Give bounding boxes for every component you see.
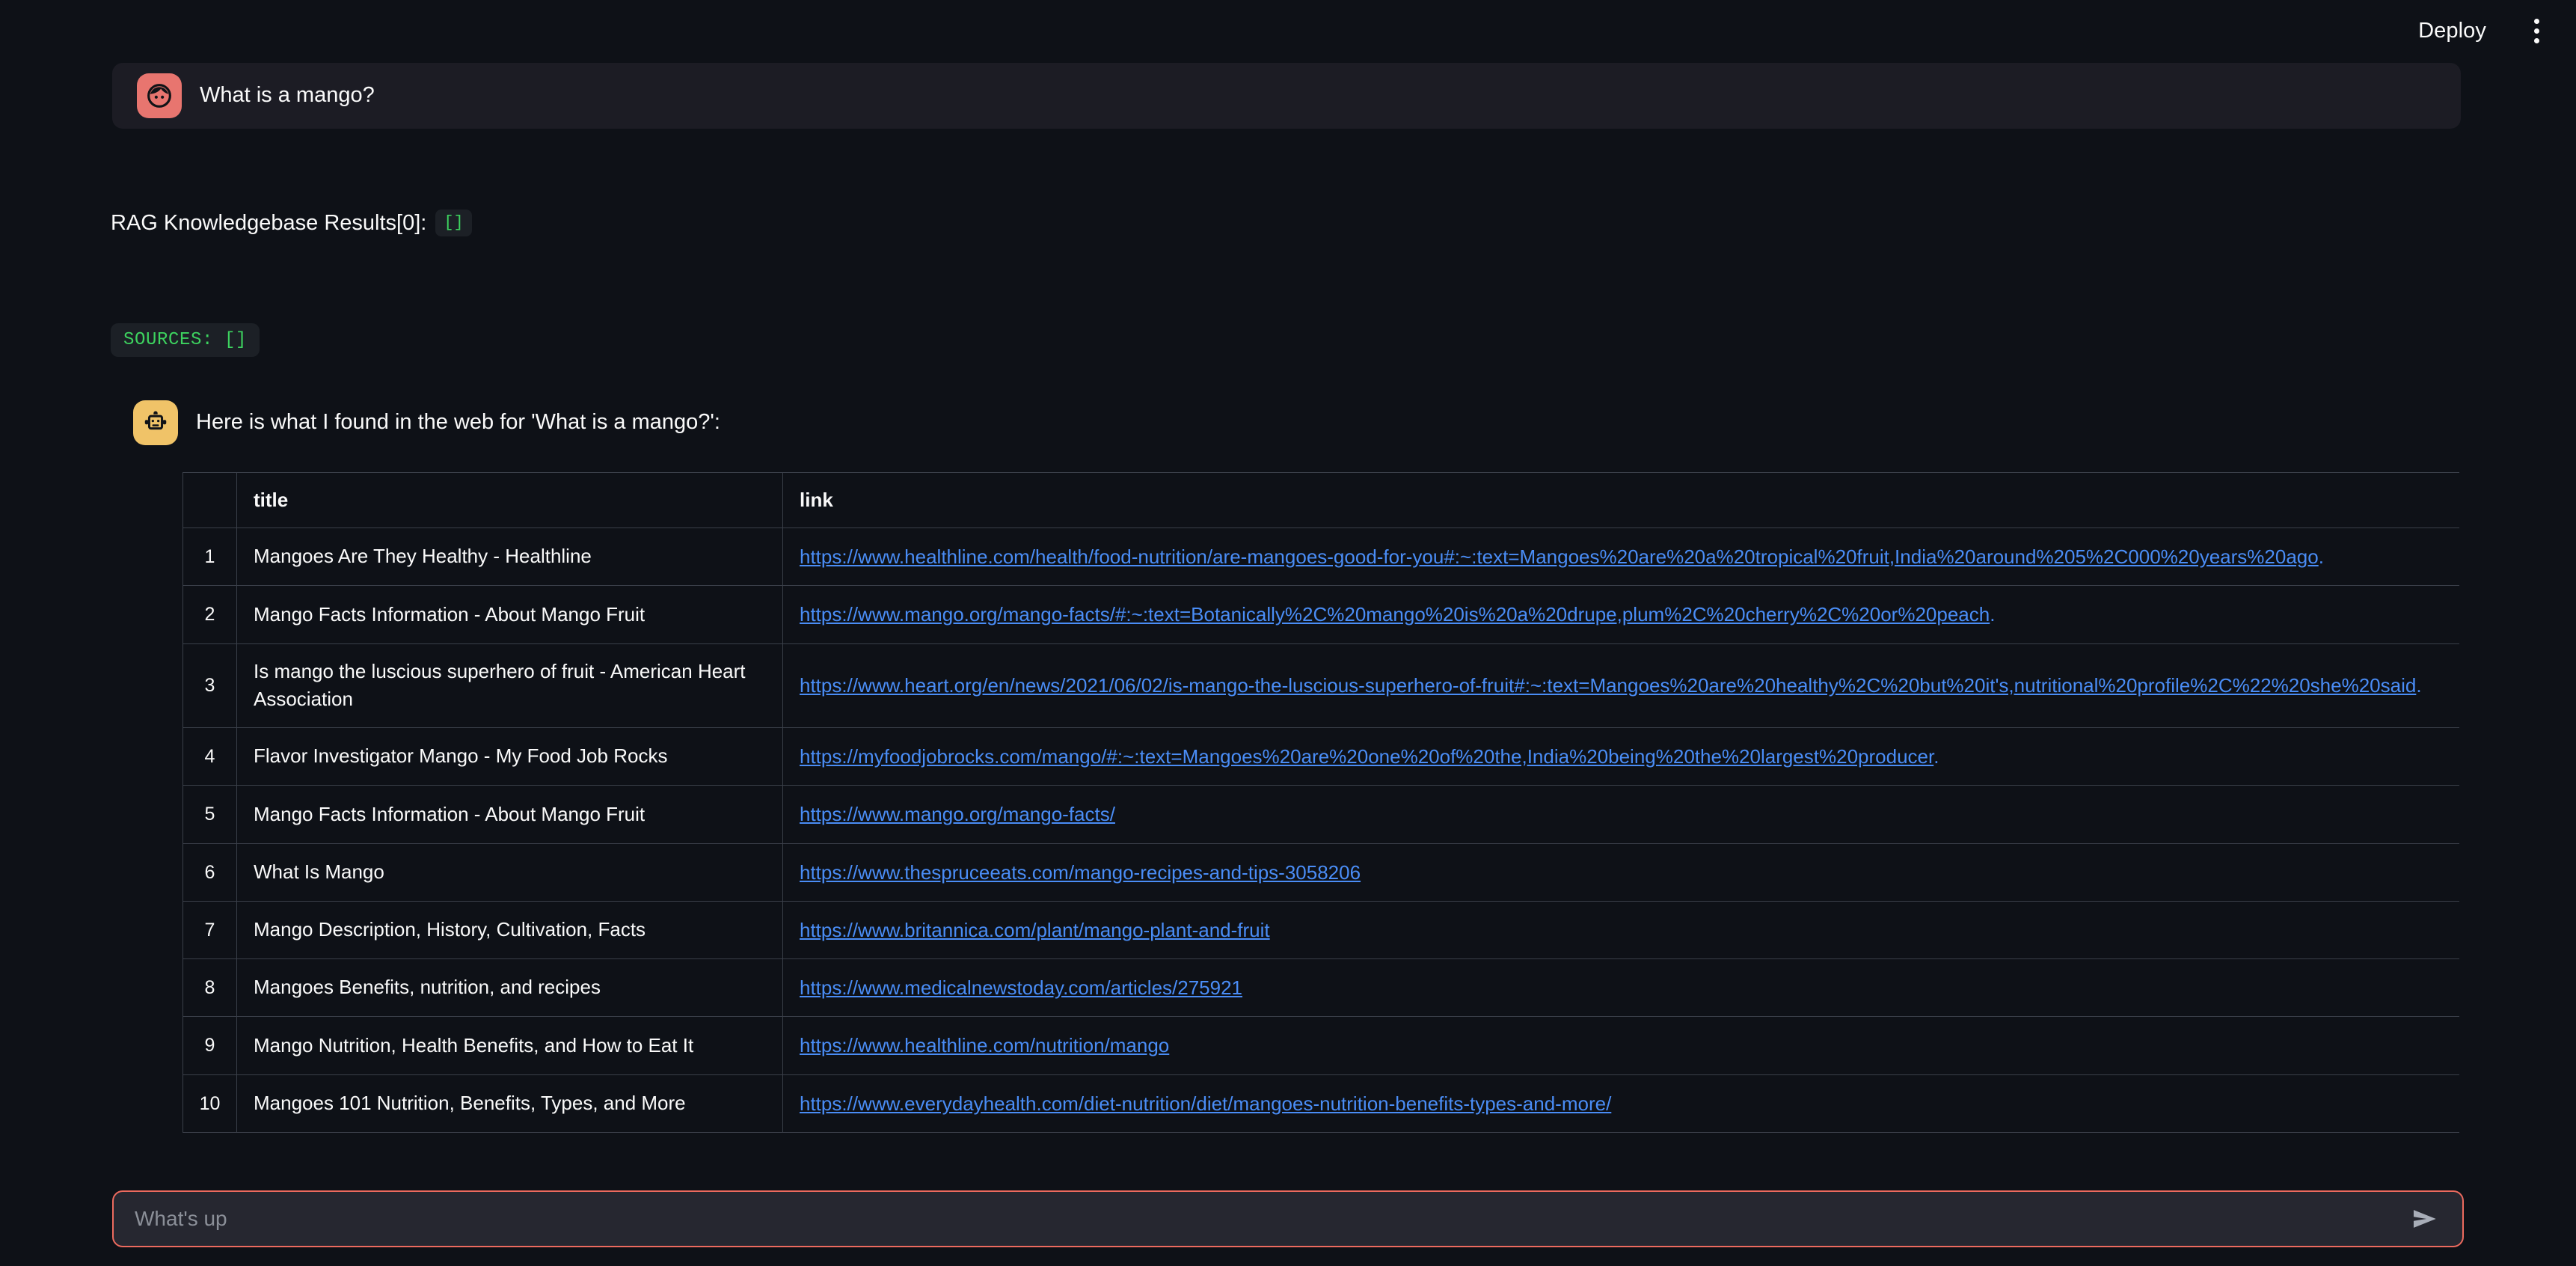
row-link[interactable]: https://www.mango.org/mango-facts/#:~:te… xyxy=(800,603,1990,626)
column-header-index[interactable] xyxy=(183,472,237,528)
row-link-cell: https://www.healthline.com/health/food-n… xyxy=(782,527,2459,587)
row-link-trailing: . xyxy=(1933,744,1939,768)
row-title: Mangoes Benefits, nutrition, and recipes xyxy=(236,958,783,1018)
row-link[interactable]: https://www.mango.org/mango-facts/ xyxy=(800,803,1115,825)
row-link-cell: https://www.thespruceeats.com/mango-reci… xyxy=(782,843,2459,902)
sources-chip: SOURCES: [] xyxy=(111,323,260,357)
rag-results-label: RAG Knowledgebase Results[0]: xyxy=(111,210,427,235)
row-index: 2 xyxy=(183,585,237,644)
row-title: Mangoes Are They Healthy - Healthline xyxy=(236,527,783,587)
table-row: 9 Mango Nutrition, Health Benefits, and H… xyxy=(183,1016,2459,1075)
row-index: 5 xyxy=(183,785,237,844)
column-header-title[interactable]: title xyxy=(236,472,783,528)
row-title: Is mango the luscious superhero of fruit… xyxy=(236,643,783,728)
table-row: 2 Mango Facts Information - About Mango F… xyxy=(183,585,2459,644)
table-row: 5 Mango Facts Information - About Mango F… xyxy=(183,785,2459,844)
robot-icon xyxy=(133,400,178,445)
row-title: Mangoes 101 Nutrition, Benefits, Types, … xyxy=(236,1074,783,1134)
row-index: 6 xyxy=(183,843,237,902)
chat-input-dock xyxy=(0,1172,2576,1266)
kebab-dot-2 xyxy=(2533,28,2539,34)
send-button[interactable] xyxy=(2404,1190,2462,1247)
table-row: 4 Flavor Investigator Mango - My Food Job… xyxy=(183,727,2459,786)
chat-scroll-region[interactable]: What is a mango? RAG Knowledgebase Resul… xyxy=(0,45,2576,1154)
rag-results-line: RAG Knowledgebase Results[0]: [] xyxy=(111,210,472,237)
table-row: 8 Mangoes Benefits, nutrition, and recipe… xyxy=(183,958,2459,1018)
row-link-cell: https://www.mango.org/mango-facts/#:~:te… xyxy=(782,585,2459,644)
row-link[interactable]: https://www.healthline.com/nutrition/man… xyxy=(800,1034,1169,1056)
kebab-dot-3 xyxy=(2533,37,2539,43)
row-link[interactable]: https://www.britannica.com/plant/mango-p… xyxy=(800,919,1270,941)
row-index: 8 xyxy=(183,958,237,1018)
row-title: Mango Nutrition, Health Benefits, and Ho… xyxy=(236,1016,783,1075)
row-link-trailing: . xyxy=(2416,674,2422,697)
kebab-dot-1 xyxy=(2533,18,2539,24)
bot-message-text: Here is what I found in the web for 'Wha… xyxy=(196,410,720,435)
send-paper-plane-icon xyxy=(2409,1203,2441,1235)
table-row: 7 Mango Description, History, Cultivation… xyxy=(183,900,2459,960)
row-index: 4 xyxy=(183,727,237,786)
row-title: Mango Facts Information - About Mango Fr… xyxy=(236,785,783,844)
chat-input-shell[interactable] xyxy=(112,1190,2464,1247)
deploy-button[interactable]: Deploy xyxy=(2411,14,2494,48)
app-root: Deploy What is a mango? RAG Knowledgebas… xyxy=(0,0,2576,1266)
row-link[interactable]: https://www.thespruceeats.com/mango-reci… xyxy=(800,861,1361,884)
row-link-trailing: . xyxy=(1990,603,1996,626)
user-face-icon xyxy=(137,73,182,118)
bot-message: Here is what I found in the web for 'Wha… xyxy=(133,400,720,445)
row-index: 10 xyxy=(183,1074,237,1134)
table-row: 6 What Is Mango https://www.thespruceeats.… xyxy=(183,843,2459,902)
table-header-row: title link xyxy=(183,472,2459,528)
row-title: Mango Facts Information - About Mango Fr… xyxy=(236,585,783,644)
row-link[interactable]: https://www.healthline.com/health/food-n… xyxy=(800,545,2319,568)
column-header-link[interactable]: link xyxy=(782,472,2459,528)
chat-input[interactable] xyxy=(114,1192,2404,1246)
row-title: Mango Description, History, Cultivation,… xyxy=(236,900,783,960)
table-body: 1 Mangoes Are They Healthy - Healthline ht… xyxy=(183,527,2459,1134)
row-index: 9 xyxy=(183,1016,237,1075)
row-index: 1 xyxy=(183,527,237,587)
row-link-cell: https://www.mango.org/mango-facts/ xyxy=(782,785,2459,844)
row-link-cell: https://www.healthline.com/nutrition/man… xyxy=(782,1016,2459,1075)
row-link-cell: https://www.everydayhealth.com/diet-nutr… xyxy=(782,1074,2459,1134)
user-message: What is a mango? xyxy=(112,63,2461,129)
row-index: 7 xyxy=(183,900,237,960)
table-row: 3 Is mango the luscious superhero of frui… xyxy=(183,643,2459,728)
row-link-trailing: . xyxy=(2318,545,2324,568)
row-link[interactable]: https://www.medicalnewstoday.com/article… xyxy=(800,976,1242,999)
table-head: title link xyxy=(183,472,2459,528)
row-index: 3 xyxy=(183,643,237,728)
user-message-text: What is a mango? xyxy=(200,83,375,108)
row-link-cell: https://www.medicalnewstoday.com/article… xyxy=(782,958,2459,1018)
row-link-cell: https://myfoodjobrocks.com/mango/#:~:tex… xyxy=(782,727,2459,786)
search-results-table-container[interactable]: title link 1 Mangoes Are They Healthy - H… xyxy=(183,472,2459,1146)
row-link[interactable]: https://www.heart.org/en/news/2021/06/02… xyxy=(800,674,2416,697)
row-title: Flavor Investigator Mango - My Food Job … xyxy=(236,727,783,786)
row-link[interactable]: https://myfoodjobrocks.com/mango/#:~:tex… xyxy=(800,745,1933,768)
row-link-cell: https://www.britannica.com/plant/mango-p… xyxy=(782,900,2459,960)
rag-results-value: [] xyxy=(435,210,472,237)
table-row: 10 Mangoes 101 Nutrition, Benefits, Types… xyxy=(183,1074,2459,1134)
row-link[interactable]: https://www.everydayhealth.com/diet-nutr… xyxy=(800,1092,1611,1115)
table-row: 1 Mangoes Are They Healthy - Healthline ht… xyxy=(183,527,2459,587)
row-title: What Is Mango xyxy=(236,843,783,902)
search-results-table: title link 1 Mangoes Are They Healthy - H… xyxy=(183,472,2459,1134)
kebab-menu-icon[interactable] xyxy=(2519,13,2554,48)
row-link-cell: https://www.heart.org/en/news/2021/06/02… xyxy=(782,643,2459,728)
